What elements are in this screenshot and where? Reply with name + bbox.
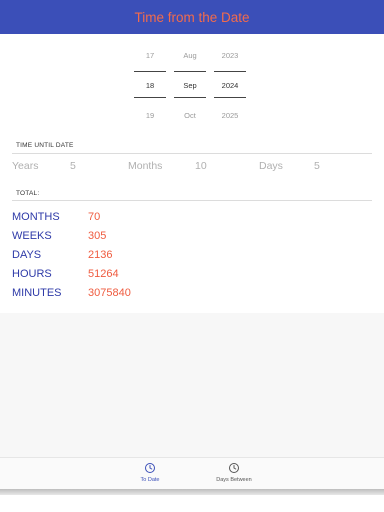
total-key: WEEKS xyxy=(12,230,52,242)
month-next[interactable]: Oct xyxy=(172,111,208,120)
year-next[interactable]: 2025 xyxy=(212,111,248,120)
total-row-minutes: MINUTES 3075840 xyxy=(12,287,212,303)
date-picker[interactable]: 17 18 19 Aug Sep Oct 2023 2024 2025 xyxy=(0,44,384,128)
total-value: 51264 xyxy=(88,268,119,280)
nav-days-between[interactable]: Days Between xyxy=(194,462,274,483)
years-value: 5 xyxy=(70,160,76,172)
day-prev[interactable]: 17 xyxy=(132,51,168,60)
total-key: HOURS xyxy=(12,268,52,280)
nav-days-between-label: Days Between xyxy=(216,477,252,483)
total-row-months: MONTHS 70 xyxy=(12,211,212,227)
app-bar: Time from the Date xyxy=(0,0,384,34)
total-value: 2136 xyxy=(88,249,113,261)
time-until-label: TIME UNTIL DATE xyxy=(16,142,74,149)
day-bottom-line xyxy=(134,97,166,98)
month-prev[interactable]: Aug xyxy=(172,51,208,60)
total-key: MONTHS xyxy=(12,211,60,223)
total-key: MINUTES xyxy=(12,287,62,299)
clock-icon xyxy=(229,463,239,473)
year-bottom-line xyxy=(214,97,246,98)
total-value: 3075840 xyxy=(88,287,131,299)
time-until-divider xyxy=(12,153,372,154)
days-label: Days xyxy=(259,160,283,172)
nav-to-date[interactable]: To Date xyxy=(110,462,190,483)
clock-icon xyxy=(145,463,155,473)
day-current[interactable]: 18 xyxy=(132,81,168,90)
month-top-line xyxy=(174,71,206,72)
days-value: 5 xyxy=(314,160,320,172)
nav-to-date-label: To Date xyxy=(140,477,160,483)
months-label: Months xyxy=(128,160,163,172)
year-current[interactable]: 2024 xyxy=(212,81,248,90)
years-label: Years xyxy=(12,160,39,172)
total-value: 70 xyxy=(88,211,101,223)
total-row-days: DAYS 2136 xyxy=(12,249,212,265)
year-prev[interactable]: 2023 xyxy=(212,51,248,60)
bottom-space xyxy=(0,495,384,512)
total-divider xyxy=(12,200,372,201)
total-value: 305 xyxy=(88,230,107,242)
day-top-line xyxy=(134,71,166,72)
total-row-weeks: WEEKS 305 xyxy=(12,230,212,246)
time-until-row: Years 5 Months 10 Days 5 xyxy=(0,160,384,176)
total-row-hours: HOURS 51264 xyxy=(12,268,212,284)
total-label: TOTAL: xyxy=(16,190,40,197)
month-current[interactable]: Sep xyxy=(172,81,208,90)
total-key: DAYS xyxy=(12,249,42,261)
app-title: Time from the Date xyxy=(134,9,250,25)
months-value: 10 xyxy=(195,160,207,172)
month-bottom-line xyxy=(174,97,206,98)
year-top-line xyxy=(214,71,246,72)
day-next[interactable]: 19 xyxy=(132,111,168,120)
bottom-navigation: To Date Days Between xyxy=(0,457,384,489)
empty-content-area xyxy=(0,313,384,457)
